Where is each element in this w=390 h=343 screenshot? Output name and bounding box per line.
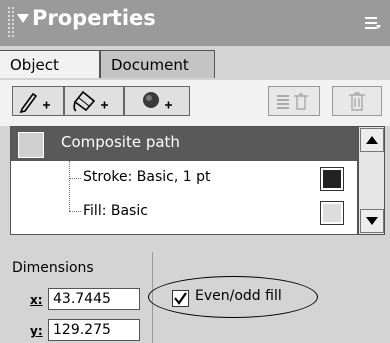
delete-attribute-button[interactable]	[268, 86, 320, 116]
composite-path-swatch	[18, 132, 44, 158]
arrow-down-icon	[366, 217, 378, 225]
panel-tabs: Object Document	[0, 46, 390, 126]
collapse-arrow-icon[interactable]	[17, 14, 29, 23]
stroke-color-swatch[interactable]	[320, 167, 344, 191]
add-fill-icon	[73, 90, 108, 112]
add-effect-button[interactable]	[124, 86, 190, 116]
y-field-label: y:	[30, 324, 43, 338]
tab-object[interactable]: Object	[0, 50, 100, 78]
delete-attribute-icon	[277, 93, 308, 110]
y-coordinate-field[interactable]: 129.275	[48, 319, 140, 341]
dimensions-heading: Dimensions	[12, 260, 94, 276]
scroll-up-button[interactable]	[360, 128, 384, 152]
highlight-ellipse	[148, 276, 318, 318]
scroll-down-button[interactable]	[360, 209, 384, 233]
list-item-label: Composite path	[61, 133, 180, 151]
trash-icon	[349, 92, 365, 111]
attribute-list: Composite path Stroke: Basic, 1 pt Fill:…	[10, 126, 358, 235]
list-item-composite-path[interactable]: Composite path	[11, 127, 357, 161]
panel-grip-handle[interactable]	[7, 6, 15, 38]
add-stroke-icon	[19, 92, 50, 114]
x-field-label: x:	[30, 293, 43, 307]
trash-button[interactable]	[332, 86, 382, 116]
add-fill-button[interactable]	[64, 86, 124, 116]
panel-title: Properties	[32, 6, 156, 30]
tab-document[interactable]: Document	[100, 50, 215, 78]
arrow-up-icon	[366, 136, 378, 144]
add-effect-icon	[143, 92, 172, 109]
properties-panel: Properties Object Document Composite pat…	[0, 0, 390, 343]
list-scrollbar[interactable]	[358, 126, 385, 235]
list-item-stroke[interactable]: Stroke: Basic, 1 pt	[11, 161, 357, 195]
x-coordinate-field[interactable]: 43.7445	[48, 288, 140, 310]
list-item-label: Stroke: Basic, 1 pt	[83, 169, 211, 185]
panel-title-bar[interactable]: Properties	[0, 0, 390, 47]
fill-color-swatch[interactable]	[320, 201, 344, 225]
list-item-fill[interactable]: Fill: Basic	[11, 195, 357, 229]
list-item-label: Fill: Basic	[83, 203, 148, 219]
panel-options-menu-icon[interactable]	[364, 14, 382, 32]
attribute-toolbar	[0, 80, 390, 126]
add-stroke-button[interactable]	[12, 86, 64, 116]
